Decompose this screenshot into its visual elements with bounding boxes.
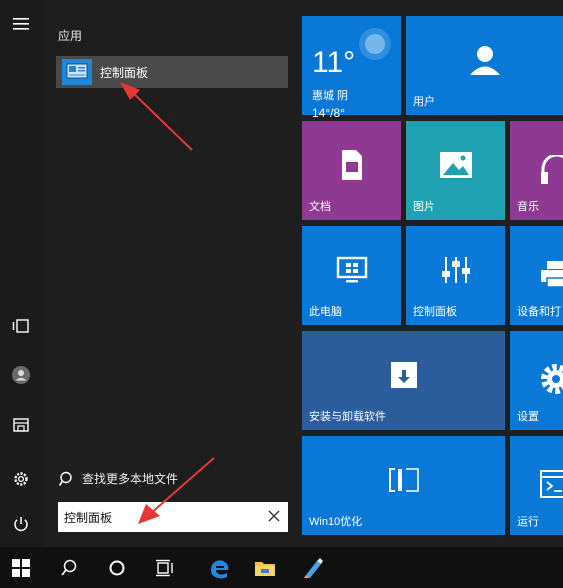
devices-tile[interactable]: 设备和打 <box>510 226 563 325</box>
annotation-arrow-bottom <box>138 457 215 524</box>
run-icon <box>540 470 563 498</box>
user-account-button[interactable] <box>0 355 42 395</box>
settings-tile-label: 设置 <box>517 411 539 423</box>
search-icon <box>61 559 77 576</box>
control-panel-icon <box>62 59 92 85</box>
paint-app-button[interactable] <box>292 547 334 588</box>
pictures-icon <box>439 151 472 178</box>
section-label: 应用 <box>58 29 83 43</box>
power-button[interactable] <box>0 504 42 544</box>
music-tile-label: 音乐 <box>517 201 539 213</box>
annotation-arrow-top <box>120 82 193 151</box>
search-icon <box>58 471 72 486</box>
install-box-icon <box>390 361 417 388</box>
user-tile-label: 用户 <box>413 96 435 108</box>
printer-icon <box>541 261 563 288</box>
weather-moon-icon <box>359 28 391 60</box>
win10-optimize-tile-label: Win10优化 <box>309 516 363 528</box>
computer-icon <box>336 256 367 282</box>
tablet-mode-icon <box>12 319 29 333</box>
paint-brush-icon <box>304 557 323 578</box>
user-tile[interactable]: 用户 <box>406 16 563 115</box>
music-tile[interactable]: 音乐 <box>510 121 563 220</box>
gear-icon <box>541 364 563 394</box>
weather-temp: 11° <box>312 46 356 79</box>
control-panel-tile[interactable]: 控制面板 <box>406 226 505 325</box>
hamburger-menu-button[interactable] <box>0 4 42 44</box>
windows-logo-icon <box>12 558 30 577</box>
install-uninstall-tile-label: 安装与卸载软件 <box>309 411 386 423</box>
this-pc-tile-label: 此电脑 <box>309 306 342 318</box>
documents-button[interactable] <box>0 405 42 445</box>
task-view-button[interactable] <box>144 547 186 588</box>
power-icon <box>14 517 28 532</box>
settings-icon <box>14 472 28 486</box>
file-explorer-button[interactable] <box>244 547 286 588</box>
install-uninstall-tile[interactable]: 安装与卸载软件 <box>302 331 505 430</box>
document-icon <box>341 149 362 180</box>
edge-icon <box>211 559 229 578</box>
weather-tile[interactable]: 11° 惠城 阴 14°/8° <box>302 16 401 120</box>
tablet-mode-button[interactable] <box>0 306 42 346</box>
weather-range: 14°/8° <box>312 106 345 120</box>
folder-icon <box>255 561 275 576</box>
start-button[interactable] <box>0 547 42 588</box>
run-tile-label: 运行 <box>517 516 539 528</box>
tiles-area: 11° 惠城 阴 14°/8° 用户 文档 图片 音乐 此电脑 控制面板 设备和… <box>300 0 563 547</box>
user-icon <box>12 366 30 384</box>
documents-icon <box>13 418 29 432</box>
clear-icon[interactable] <box>266 508 282 524</box>
control-panel-tile-label: 控制面板 <box>413 306 457 318</box>
hamburger-menu-icon <box>13 18 29 30</box>
sliders-icon <box>441 256 470 283</box>
task-view-icon <box>156 559 173 576</box>
settings-button[interactable] <box>0 459 42 499</box>
settings-tile[interactable]: 设置 <box>510 331 563 430</box>
run-tile[interactable]: 运行 <box>510 436 563 535</box>
headphones-icon <box>541 155 563 184</box>
pictures-tile-label: 图片 <box>413 201 435 213</box>
weather-city: 惠城 阴 <box>312 90 349 102</box>
this-pc-tile[interactable]: 此电脑 <box>302 226 401 325</box>
cortana-button[interactable] <box>96 547 138 588</box>
user-icon <box>469 45 500 75</box>
pictures-tile[interactable]: 图片 <box>406 121 505 220</box>
documents-tile-label: 文档 <box>309 201 331 213</box>
cortana-circle-icon <box>109 560 125 575</box>
taskbar <box>0 547 563 588</box>
window-bracket-icon <box>388 467 419 492</box>
taskbar-search-button[interactable] <box>48 547 90 588</box>
edge-browser-button[interactable] <box>198 547 240 588</box>
devices-tile-label: 设备和打 <box>517 306 561 318</box>
win10-optimize-tile[interactable]: Win10优化 <box>302 436 505 535</box>
documents-tile[interactable]: 文档 <box>302 121 401 220</box>
search-input-value: 控制面板 <box>64 510 113 525</box>
start-rail <box>0 0 42 547</box>
